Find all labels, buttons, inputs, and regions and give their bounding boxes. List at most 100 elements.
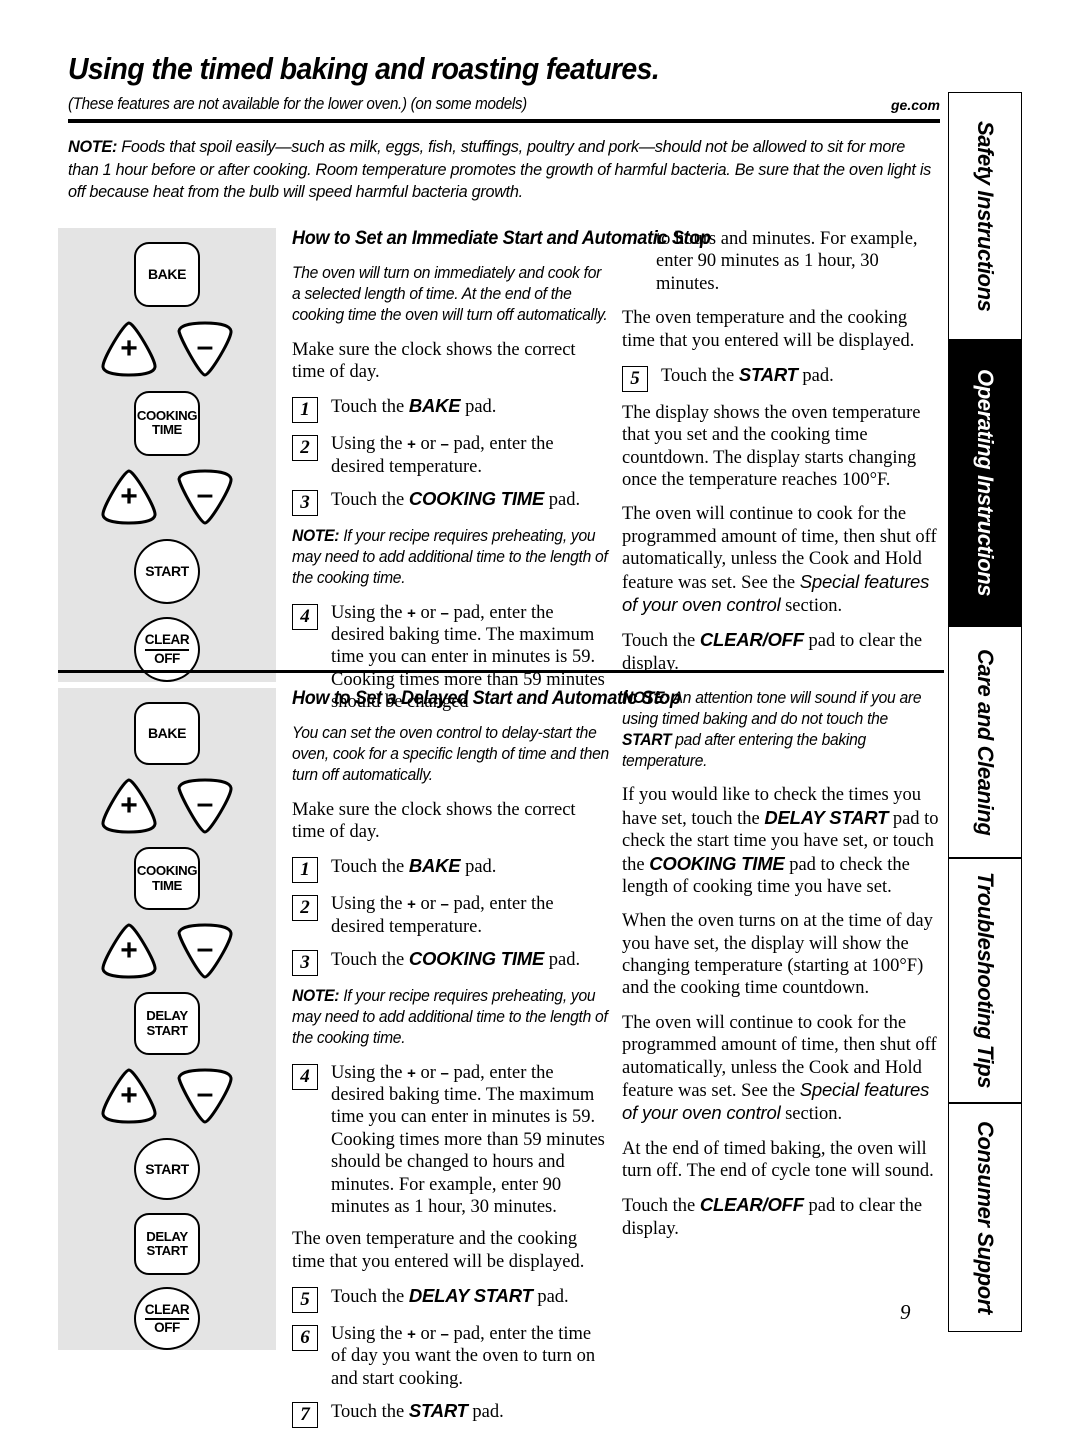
step-mid: or	[415, 602, 441, 623]
minus-icon: –	[196, 478, 214, 512]
control-panel-graphic-2: BAKE + – COOKING TIME + – DELAY START + …	[58, 688, 276, 1351]
step-item: 5 Touch the DELAY START pad.	[292, 1285, 610, 1314]
clear-pre: Touch the	[622, 631, 700, 652]
minus-icon: –	[196, 932, 214, 966]
step-number: 5	[622, 365, 648, 392]
minus-glyph: –	[440, 1064, 449, 1082]
tab-consumer-support[interactable]: Consumer Support	[948, 1103, 1022, 1332]
minus-icon: –	[196, 1077, 214, 1111]
tab-operating-instructions[interactable]: Operating Instructions	[948, 340, 1022, 626]
pad-name: COOKING TIME	[408, 488, 545, 510]
section-delayed-start: BAKE + – COOKING TIME + – DELAY START + …	[58, 688, 944, 1438]
minus-pad[interactable]: –	[174, 320, 236, 378]
plus-pad[interactable]: +	[98, 922, 160, 980]
top-note-label: NOTE:	[68, 137, 118, 157]
top-note-text: Foods that spoil easily—such as milk, eg…	[68, 137, 932, 202]
temp-adjust-pads: + –	[98, 320, 236, 378]
section2-intro: You can set the oven control to delay-st…	[292, 724, 609, 784]
section2-heading: How to Set a Delayed Start and Automatic…	[292, 688, 681, 709]
tab-label: Care and Cleaning	[973, 648, 998, 836]
step-number: 5	[292, 1287, 318, 1314]
step-text: Using the + or – pad, enter the desired …	[331, 893, 610, 938]
note-label: NOTE:	[292, 527, 340, 546]
page-number: 9	[900, 1300, 911, 1324]
step-pre: Touch the	[331, 397, 409, 418]
plus-pad[interactable]: +	[98, 777, 160, 835]
delay-adjust-pads: + –	[98, 1067, 236, 1125]
plus-icon: +	[120, 331, 138, 365]
step-post: pad.	[467, 1402, 504, 1423]
step-number: 7	[292, 1402, 318, 1429]
tab-care-and-cleaning[interactable]: Care and Cleaning	[948, 626, 1022, 858]
step-post: pad.	[544, 950, 581, 971]
step-number: 3	[292, 490, 318, 517]
step-pre: Touch the	[331, 857, 409, 878]
minus-pad[interactable]: –	[174, 468, 236, 526]
step-post: pad.	[460, 397, 497, 418]
step-text: Touch the BAKE pad.	[331, 395, 610, 423]
minus-pad[interactable]: –	[174, 1067, 236, 1125]
cooking-time-pad[interactable]: COOKING TIME	[134, 390, 200, 456]
section1-lead: Make sure the clock shows the correct ti…	[292, 339, 576, 382]
step-text: Touch the START pad.	[661, 364, 940, 392]
tab-safety-instructions[interactable]: Safety Instructions	[948, 92, 1022, 340]
step-item: 1 Touch the BAKE pad.	[292, 855, 610, 884]
minus-pad[interactable]: –	[174, 922, 236, 980]
pad-name: DELAY START	[764, 806, 889, 828]
step-number: 4	[292, 1063, 318, 1090]
step-pre: Touch the	[331, 950, 409, 971]
plus-icon: +	[120, 788, 138, 822]
step-number: 3	[292, 950, 318, 977]
delay-start-line1: DELAY	[146, 1228, 188, 1244]
note-text: If your recipe requires preheating, you …	[292, 987, 608, 1047]
section1-clear: Touch the CLEAR/OFF pad to clear the dis…	[622, 629, 940, 675]
start-pad[interactable]: START	[134, 539, 200, 605]
page-header: Using the timed baking and roasting feat…	[68, 52, 940, 204]
pad-name: BAKE	[408, 855, 461, 877]
step-item: 7 Touch the START pad.	[292, 1400, 610, 1429]
cooking-time-line1: COOKING	[136, 863, 198, 879]
plus-icon: +	[120, 480, 138, 514]
plus-pad[interactable]: +	[98, 320, 160, 378]
step-pre: Touch the	[331, 490, 409, 511]
step-item: 2 Using the + or – pad, enter the desire…	[292, 433, 610, 478]
time-adjust-pads: + –	[98, 922, 236, 980]
step-mid: or	[415, 1062, 441, 1083]
section2-column-right: NOTE: An attention tone will sound if yo…	[622, 688, 940, 1438]
delay-start-pad[interactable]: DELAY START	[134, 1212, 200, 1276]
pad-name: COOKING TIME	[649, 852, 785, 874]
step-number: 1	[292, 857, 318, 884]
off-label: OFF	[154, 650, 180, 666]
plus-pad[interactable]: +	[98, 468, 160, 526]
clear-off-pad[interactable]: CLEAR OFF	[134, 1287, 200, 1351]
plus-glyph: +	[407, 436, 416, 454]
bake-pad[interactable]: BAKE	[134, 242, 200, 308]
section1-countdown: The display shows the oven temperature t…	[622, 402, 921, 490]
section1-column-left: How to Set an Immediate Start and Automa…	[292, 228, 711, 724]
section2-clear: Touch the CLEAR/OFF pad to clear the dis…	[622, 1194, 940, 1240]
page-title: Using the timed baking and roasting feat…	[68, 52, 660, 86]
step-item: 3 Touch the COOKING TIME pad.	[292, 488, 610, 517]
delay-start-pad[interactable]: DELAY START	[134, 992, 200, 1056]
brand-url: ge.com	[890, 97, 940, 114]
cooking-time-pad[interactable]: COOKING TIME	[134, 847, 200, 910]
plus-glyph: +	[407, 1064, 416, 1082]
bake-pad[interactable]: BAKE	[134, 702, 200, 765]
start-pad[interactable]: START	[134, 1137, 200, 1201]
clear-label: CLEAR	[144, 1302, 190, 1320]
note-text: If your recipe requires preheating, you …	[292, 527, 608, 587]
step-item: 5 Touch the START pad.	[622, 364, 940, 392]
tab-troubleshooting-tips[interactable]: Troubleshooting Tips	[948, 858, 1022, 1103]
section-divider	[58, 670, 944, 673]
step-number: 2	[292, 435, 318, 462]
delay-start-line1: DELAY	[146, 1008, 188, 1024]
cooking-time-line2: TIME	[152, 422, 182, 438]
pad-name: BAKE	[408, 395, 461, 417]
section2-turns-on: When the oven turns on at the time of da…	[622, 911, 933, 999]
step-mid: or	[415, 1324, 441, 1345]
temp-adjust-pads: + –	[98, 777, 236, 835]
minus-glyph: –	[440, 1326, 449, 1344]
plus-pad[interactable]: +	[98, 1067, 160, 1125]
minus-pad[interactable]: –	[174, 777, 236, 835]
step-text: Touch the BAKE pad.	[331, 855, 610, 883]
